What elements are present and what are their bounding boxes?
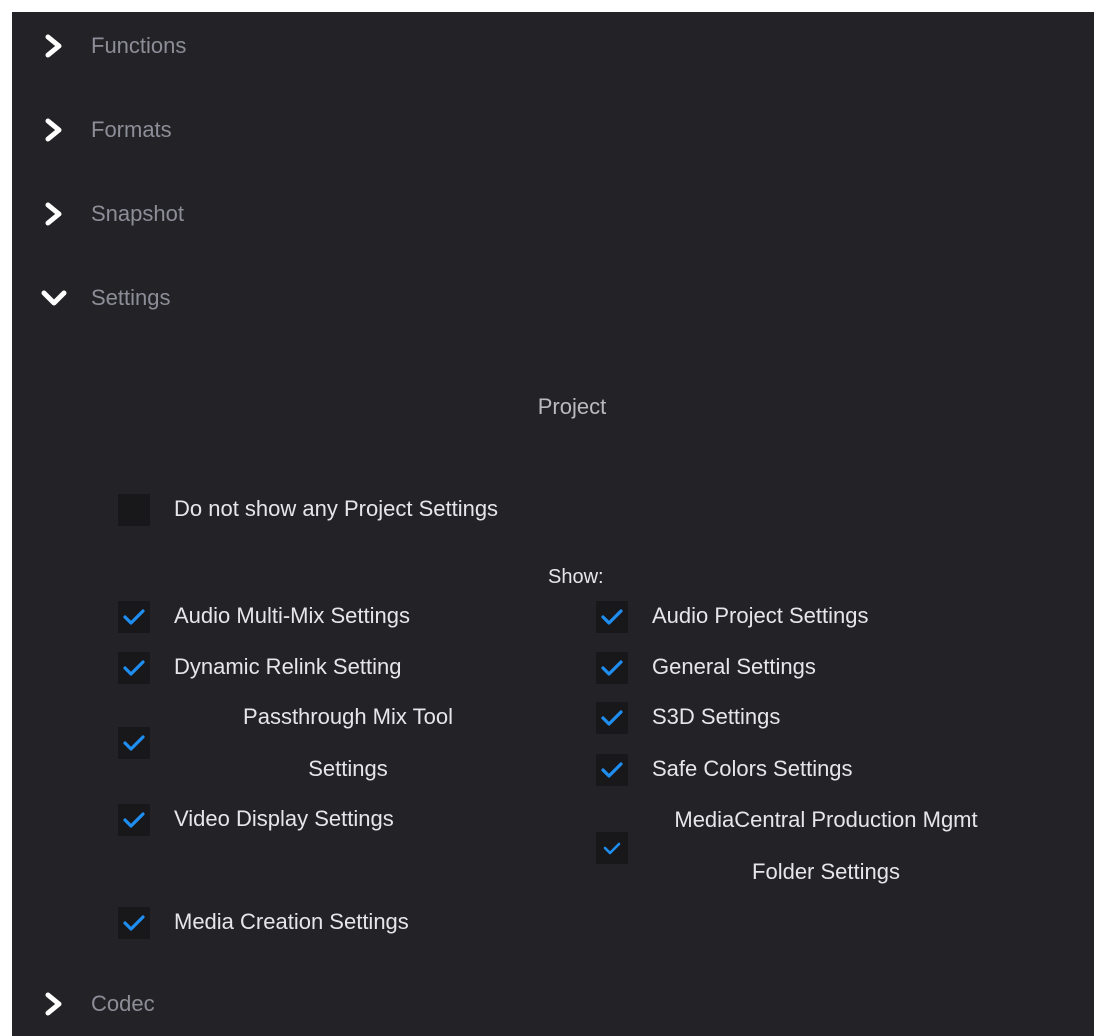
mediacentral-production-mgmt-folder-settings-label: MediaCentral Production Mgmt Folder Sett…: [674, 807, 978, 884]
media-creation-settings-checkbox[interactable]: [118, 907, 150, 939]
section-header-functions[interactable]: Functions: [12, 26, 612, 66]
checkmark-icon: [123, 609, 145, 625]
safe-colors-settings-checkbox[interactable]: [596, 754, 628, 786]
media-creation-settings-label: Media Creation Settings: [174, 909, 409, 934]
section-label-functions: Functions: [91, 33, 187, 58]
section-label-formats: Formats: [91, 117, 172, 142]
checkmark-icon: [123, 735, 145, 751]
checkmark-icon: [601, 710, 623, 726]
audio-project-settings-checkbox[interactable]: [596, 601, 628, 633]
checkmark-icon: [123, 660, 145, 676]
checkmark-icon: [601, 609, 623, 625]
audio-multi-mix-settings-label: Audio Multi-Mix Settings: [174, 603, 410, 628]
chevron-right-icon: [38, 194, 70, 234]
chevron-right-icon: [38, 110, 70, 150]
dynamic-relink-setting-checkbox[interactable]: [118, 652, 150, 684]
checkmark-icon: [601, 762, 623, 778]
dynamic-relink-setting-label: Dynamic Relink Setting: [174, 654, 402, 679]
project-heading: Project: [537, 394, 607, 419]
section-header-snapshot[interactable]: Snapshot: [12, 194, 612, 234]
section-header-codec[interactable]: Codec: [12, 984, 612, 1024]
settings-panel: Functions Formats Snapshot Settings Proj…: [12, 12, 1094, 1036]
chevron-right-icon: [38, 984, 70, 1024]
video-display-settings-checkbox[interactable]: [118, 804, 150, 836]
general-settings-checkbox[interactable]: [596, 652, 628, 684]
chevron-right-icon: [38, 26, 70, 66]
passthrough-mix-tool-settings-label: Passthrough Mix Tool Settings: [243, 704, 453, 781]
safe-colors-settings-label: Safe Colors Settings: [652, 756, 853, 781]
show-label: Show:: [548, 566, 604, 588]
general-settings-label: General Settings: [652, 654, 816, 679]
chevron-down-icon: [38, 278, 70, 318]
mediacentral-production-mgmt-folder-settings-checkbox[interactable]: [596, 832, 628, 864]
s3d-settings-label: S3D Settings: [652, 704, 781, 729]
section-label-codec: Codec: [91, 991, 155, 1016]
section-header-formats[interactable]: Formats: [12, 110, 612, 150]
do-not-show-project-settings-label: Do not show any Project Settings: [174, 496, 499, 521]
section-label-snapshot: Snapshot: [91, 201, 184, 226]
section-label-settings: Settings: [91, 285, 171, 310]
audio-project-settings-label: Audio Project Settings: [652, 603, 869, 628]
do-not-show-project-settings-checkbox[interactable]: [118, 494, 150, 526]
passthrough-mix-tool-settings-checkbox[interactable]: [118, 727, 150, 759]
section-header-settings[interactable]: Settings: [12, 278, 612, 318]
checkmark-icon: [601, 660, 623, 676]
audio-multi-mix-settings-checkbox[interactable]: [118, 601, 150, 633]
checkmark-icon: [123, 812, 145, 828]
checkmark-icon: [123, 915, 145, 931]
s3d-settings-checkbox[interactable]: [596, 702, 628, 734]
video-display-settings-label: Video Display Settings: [174, 806, 394, 831]
checkmark-icon: [603, 842, 621, 855]
